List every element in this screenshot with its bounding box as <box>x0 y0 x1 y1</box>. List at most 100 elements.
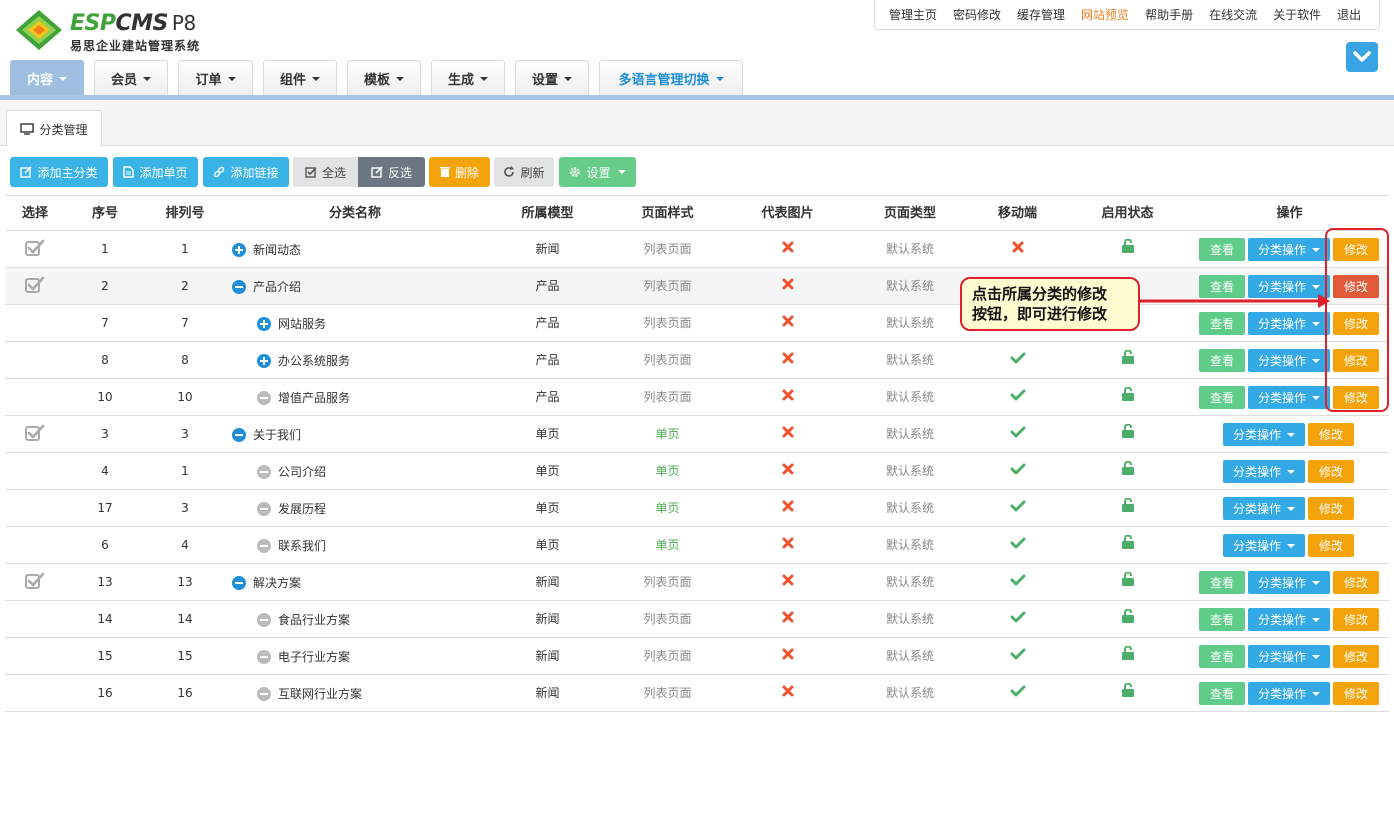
view-button[interactable]: 查看 <box>1199 312 1245 335</box>
row-category-name[interactable]: 网站服务 <box>257 305 326 342</box>
collapse-minus-icon[interactable] <box>232 279 246 294</box>
tab-category-management[interactable]: 分类管理 <box>6 110 102 147</box>
row-checkbox[interactable] <box>5 231 65 268</box>
top-link-preview[interactable]: 网站预览 <box>1081 6 1129 23</box>
leaf-node-icon[interactable] <box>257 649 271 664</box>
view-button[interactable]: 查看 <box>1199 349 1245 372</box>
row-enabled[interactable] <box>1065 527 1190 564</box>
row-category-name[interactable]: 关于我们 <box>232 416 301 453</box>
row-mobile[interactable] <box>970 675 1065 712</box>
row-checkbox[interactable] <box>5 379 65 416</box>
category-actions-button[interactable]: 分类操作 <box>1223 460 1305 483</box>
edit-button[interactable]: 修改 <box>1333 571 1379 594</box>
row-checkbox[interactable] <box>5 638 65 675</box>
edit-button[interactable]: 修改 <box>1308 460 1354 483</box>
view-button[interactable]: 查看 <box>1199 645 1245 668</box>
row-enabled[interactable] <box>1065 601 1190 638</box>
row-checkbox[interactable] <box>5 675 65 712</box>
row-checkbox[interactable] <box>5 268 65 305</box>
row-category-name[interactable]: 发展历程 <box>257 490 326 527</box>
nav-tab-components[interactable]: 组件 <box>263 60 337 96</box>
leaf-node-icon[interactable] <box>257 464 271 479</box>
add-main-category-button[interactable]: 添加主分类 <box>10 157 108 187</box>
row-category-name[interactable]: 互联网行业方案 <box>257 675 362 712</box>
nav-tab-members[interactable]: 会员 <box>94 60 168 96</box>
row-enabled[interactable] <box>1065 675 1190 712</box>
row-enabled[interactable] <box>1065 453 1190 490</box>
add-link-button[interactable]: 添加链接 <box>203 157 289 187</box>
row-mobile[interactable] <box>970 638 1065 675</box>
row-checkbox[interactable] <box>5 342 65 379</box>
edit-button[interactable]: 修改 <box>1308 497 1354 520</box>
view-button[interactable]: 查看 <box>1199 386 1245 409</box>
row-mobile[interactable] <box>970 527 1065 564</box>
row-mobile[interactable] <box>970 416 1065 453</box>
category-actions-button[interactable]: 分类操作 <box>1248 682 1330 705</box>
refresh-button[interactable]: 刷新 <box>494 157 554 187</box>
nav-tab-orders[interactable]: 订单 <box>178 60 253 96</box>
row-mobile[interactable] <box>970 453 1065 490</box>
top-link-chat[interactable]: 在线交流 <box>1209 6 1257 23</box>
top-link-password[interactable]: 密码修改 <box>953 6 1001 23</box>
view-button[interactable]: 查看 <box>1199 608 1245 631</box>
row-checkbox[interactable] <box>5 527 65 564</box>
row-category-name[interactable]: 公司介绍 <box>257 453 326 490</box>
row-category-name[interactable]: 增值产品服务 <box>257 379 350 416</box>
row-enabled[interactable] <box>1065 490 1190 527</box>
row-mobile[interactable] <box>970 379 1065 416</box>
settings-dropdown-button[interactable]: 设置 <box>559 157 636 187</box>
leaf-node-icon[interactable] <box>257 501 271 516</box>
nav-tab-templates[interactable]: 模板 <box>347 60 421 96</box>
category-actions-button[interactable]: 分类操作 <box>1248 571 1330 594</box>
nav-tab-generate[interactable]: 生成 <box>431 60 505 96</box>
category-actions-button[interactable]: 分类操作 <box>1248 238 1330 261</box>
row-category-name[interactable]: 食品行业方案 <box>257 601 350 638</box>
expand-plus-icon[interactable] <box>257 316 271 331</box>
row-checkbox[interactable] <box>5 416 65 453</box>
nav-tab-language[interactable]: 多语言管理切换 <box>599 60 743 96</box>
row-mobile[interactable] <box>970 231 1065 268</box>
category-actions-button[interactable]: 分类操作 <box>1248 645 1330 668</box>
leaf-node-icon[interactable] <box>257 686 271 701</box>
row-category-name[interactable]: 产品介绍 <box>232 268 301 305</box>
row-enabled[interactable] <box>1065 564 1190 601</box>
row-mobile[interactable] <box>970 601 1065 638</box>
row-mobile[interactable] <box>970 564 1065 601</box>
category-actions-button[interactable]: 分类操作 <box>1223 497 1305 520</box>
view-button[interactable]: 查看 <box>1199 238 1245 261</box>
edit-button[interactable]: 修改 <box>1333 682 1379 705</box>
add-single-page-button[interactable]: 添加单页 <box>113 157 198 187</box>
row-category-name[interactable]: 联系我们 <box>257 527 326 564</box>
row-category-name[interactable]: 办公系统服务 <box>257 342 350 379</box>
row-category-name[interactable]: 新闻动态 <box>232 231 301 268</box>
nav-tab-content[interactable]: 内容 <box>10 60 84 96</box>
collapse-minus-icon[interactable] <box>232 427 246 442</box>
row-checkbox[interactable] <box>5 601 65 638</box>
view-button[interactable]: 查看 <box>1199 682 1245 705</box>
expand-plus-icon[interactable] <box>232 242 246 257</box>
collapse-minus-icon[interactable] <box>232 575 246 590</box>
invert-selection-button[interactable]: 反选 <box>358 157 425 187</box>
top-link-cache[interactable]: 缓存管理 <box>1017 6 1065 23</box>
leaf-node-icon[interactable] <box>257 538 271 553</box>
row-category-name[interactable]: 电子行业方案 <box>257 638 350 675</box>
category-actions-button[interactable]: 分类操作 <box>1248 312 1330 335</box>
row-category-name[interactable]: 解决方案 <box>232 564 301 601</box>
category-actions-button[interactable]: 分类操作 <box>1248 386 1330 409</box>
category-actions-button[interactable]: 分类操作 <box>1223 423 1305 446</box>
leaf-node-icon[interactable] <box>257 612 271 627</box>
row-enabled[interactable] <box>1065 638 1190 675</box>
expand-plus-icon[interactable] <box>257 353 271 368</box>
top-link-logout[interactable]: 退出 <box>1337 6 1361 23</box>
row-checkbox[interactable] <box>5 453 65 490</box>
row-checkbox[interactable] <box>5 305 65 342</box>
row-enabled[interactable] <box>1065 231 1190 268</box>
view-button[interactable]: 查看 <box>1199 571 1245 594</box>
edit-button[interactable]: 修改 <box>1333 645 1379 668</box>
leaf-node-icon[interactable] <box>257 390 271 405</box>
top-link-about[interactable]: 关于软件 <box>1273 6 1321 23</box>
nav-tab-settings[interactable]: 设置 <box>515 60 589 96</box>
row-mobile[interactable] <box>970 342 1065 379</box>
select-all-button[interactable]: 全选 <box>293 157 358 187</box>
category-actions-button[interactable]: 分类操作 <box>1248 608 1330 631</box>
